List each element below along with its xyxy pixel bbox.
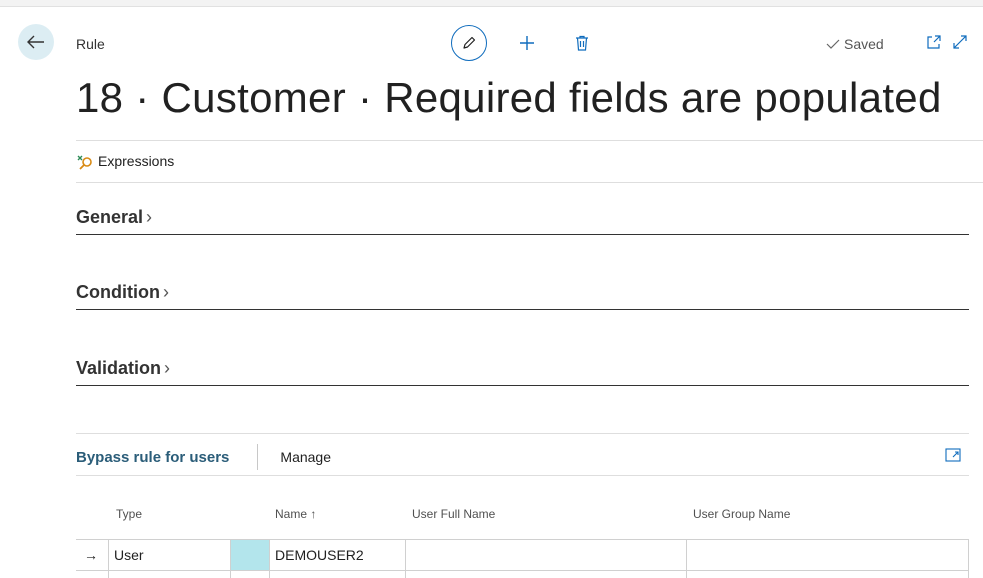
trash-icon (576, 35, 588, 51)
table-row-empty[interactable] (76, 570, 969, 578)
cell-border (108, 570, 109, 578)
divider (76, 433, 969, 434)
cell-border (686, 570, 687, 578)
arrow-left-icon (27, 35, 44, 49)
page-title: 18 · Customer · Required fields are popu… (76, 74, 942, 121)
column-header-type[interactable]: Type (116, 507, 142, 521)
column-header-name-label: Name (275, 507, 308, 521)
saved-label: Saved (844, 36, 884, 52)
cell-border (405, 570, 406, 578)
top-border (0, 0, 983, 7)
action-bar (451, 23, 589, 63)
expressions-label: Expressions (98, 153, 175, 169)
expand-icon (953, 35, 967, 49)
open-in-new-window-icon (927, 35, 941, 49)
expressions-action[interactable]: Expressions (76, 152, 174, 170)
subpage-expand-button[interactable] (945, 448, 961, 467)
section-general[interactable]: General › (76, 207, 969, 235)
chevron-right-icon: › (162, 282, 169, 302)
chevron-right-icon: › (146, 207, 153, 227)
divider (76, 182, 983, 183)
new-button[interactable] (519, 35, 535, 51)
manage-button[interactable]: Manage (280, 449, 331, 465)
section-general-label: General (76, 207, 144, 227)
delete-button[interactable] (575, 35, 589, 51)
section-condition-label: Condition (76, 282, 160, 302)
page-caption: Rule (76, 36, 105, 52)
row-indicator-icon: → (84, 547, 98, 563)
sort-ascending-icon: ↑ (310, 507, 317, 521)
separator (257, 444, 259, 470)
cell-group-name[interactable] (686, 540, 968, 570)
section-validation[interactable]: Validation › (76, 358, 969, 386)
divider (76, 140, 983, 141)
cell-border (968, 540, 969, 570)
checkmark-icon (826, 39, 840, 49)
plus-icon (520, 36, 534, 50)
subpage-title[interactable]: Bypass rule for users (76, 449, 229, 466)
divider (76, 475, 969, 476)
section-condition[interactable]: Condition › (76, 282, 969, 310)
back-button[interactable] (18, 24, 54, 60)
column-header-group-name[interactable]: User Group Name (693, 507, 790, 521)
subpage-expand-icon (945, 448, 961, 462)
window-actions (926, 34, 968, 50)
cell-type[interactable]: User (108, 540, 230, 570)
expressions-icon (77, 155, 92, 170)
column-header-name[interactable]: Name ↑ (275, 507, 316, 521)
expand-button[interactable] (952, 34, 968, 50)
cell-border (230, 570, 231, 578)
cell-selection-highlight[interactable] (231, 540, 269, 570)
cell-name[interactable]: DEMOUSER2 (269, 540, 405, 570)
section-validation-label: Validation (76, 358, 162, 378)
cell-border (968, 570, 969, 578)
subpage-header: Bypass rule for users Manage (76, 444, 969, 470)
edit-button[interactable] (451, 25, 487, 61)
cell-border (269, 570, 270, 578)
pencil-icon (463, 36, 476, 49)
column-header-full-name[interactable]: User Full Name (412, 507, 495, 521)
chevron-right-icon: › (164, 358, 171, 378)
cell-full-name[interactable] (405, 540, 686, 570)
saved-status: Saved (826, 36, 884, 52)
table-row[interactable]: → User DEMOUSER2 (76, 539, 969, 571)
open-new-window-button[interactable] (926, 34, 942, 50)
